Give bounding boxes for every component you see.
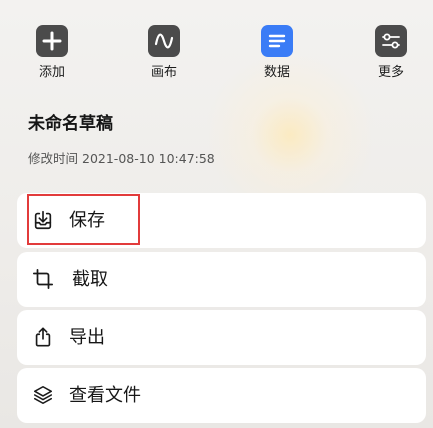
save-icon bbox=[32, 209, 54, 231]
more-button[interactable]: 更多 bbox=[356, 25, 426, 81]
crop-label: 截取 bbox=[72, 269, 108, 290]
share-icon bbox=[32, 326, 54, 348]
draft-title: 未命名草稿 bbox=[28, 114, 113, 134]
save-label: 保存 bbox=[69, 210, 105, 231]
export-label: 导出 bbox=[69, 327, 105, 348]
modified-label: 修改时间 bbox=[28, 151, 79, 166]
canvas-button[interactable]: 画布 bbox=[129, 25, 199, 81]
add-button[interactable]: 添加 bbox=[17, 25, 87, 81]
menu-item-save[interactable]: 保存 bbox=[17, 193, 426, 248]
sliders-icon bbox=[375, 25, 407, 57]
data-label: 数据 bbox=[263, 65, 290, 80]
canvas-label: 画布 bbox=[150, 65, 177, 80]
wave-icon bbox=[148, 25, 180, 57]
list-icon bbox=[261, 25, 293, 57]
menu-item-crop[interactable]: 截取 bbox=[17, 252, 426, 307]
more-label: 更多 bbox=[377, 65, 404, 80]
modified-time-line: 修改时间 2021-08-10 10:47:58 bbox=[28, 150, 215, 167]
menu-item-view-files[interactable]: 查看文件 bbox=[17, 368, 426, 423]
add-label: 添加 bbox=[38, 65, 65, 80]
crop-icon bbox=[32, 268, 54, 290]
menu-item-export[interactable]: 导出 bbox=[17, 310, 426, 365]
modified-time: 2021-08-10 10:47:58 bbox=[82, 151, 215, 166]
plus-icon bbox=[36, 25, 68, 57]
view-files-label: 查看文件 bbox=[69, 385, 141, 406]
layers-icon bbox=[32, 384, 54, 406]
data-button[interactable]: 数据 bbox=[242, 25, 312, 81]
